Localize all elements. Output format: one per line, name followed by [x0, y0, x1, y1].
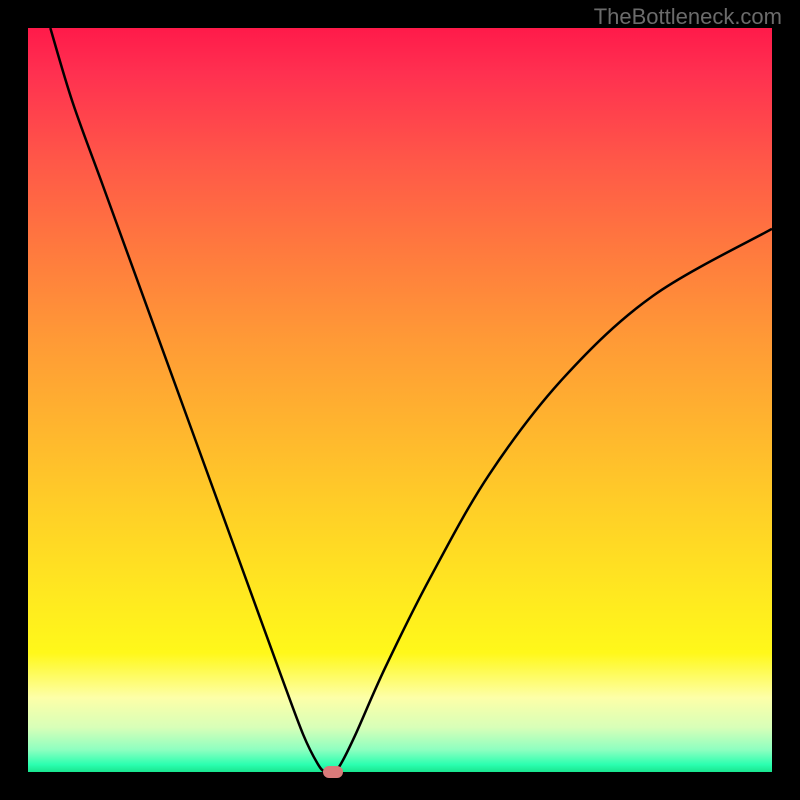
bottleneck-curve [28, 28, 772, 772]
curve-path [50, 28, 772, 772]
minimum-marker [323, 766, 343, 778]
chart-plot-area [28, 28, 772, 772]
attribution-text: TheBottleneck.com [594, 4, 782, 30]
